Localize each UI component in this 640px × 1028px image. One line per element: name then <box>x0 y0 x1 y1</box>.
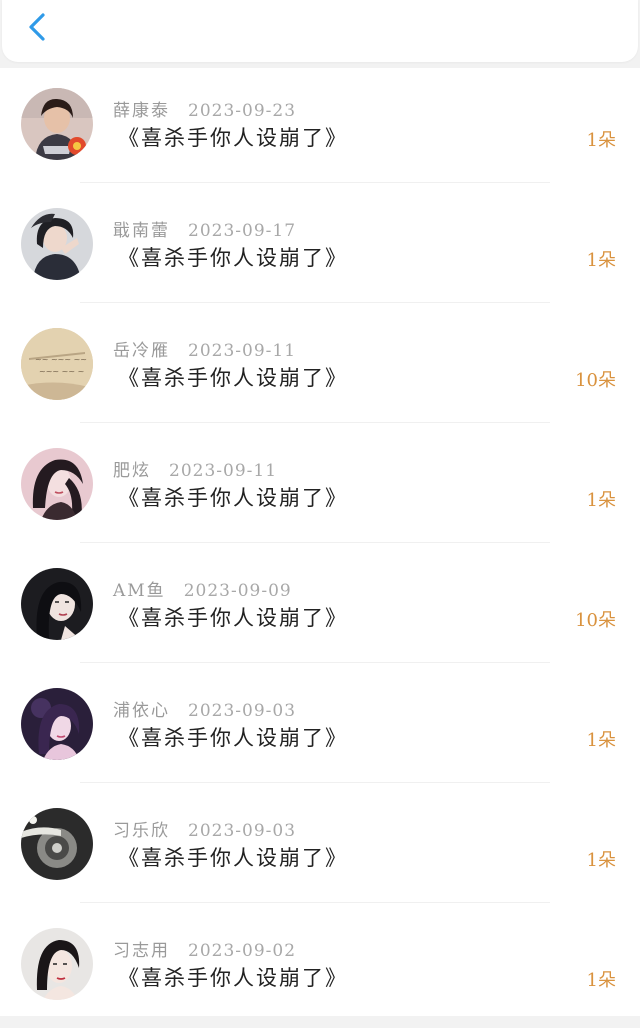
divider <box>80 542 550 543</box>
gift-count: 1朵 <box>586 850 616 871</box>
gift-date: 2023-09-09 <box>183 581 292 601</box>
book-title: 《喜杀手你人设崩了》 <box>118 246 348 270</box>
gift-date: 2023-09-02 <box>188 941 297 961</box>
gift-count: 10朵 <box>575 610 616 631</box>
book-title: 《喜杀手你人设崩了》 <box>118 366 348 390</box>
sender-name: 习乐欣 2023-09-03 <box>113 821 297 841</box>
divider <box>80 902 550 903</box>
avatar <box>21 208 93 280</box>
gift-date: 2023-09-11 <box>188 341 297 361</box>
list-item[interactable]: 习乐欣 2023-09-03 《喜杀手你人设崩了》 1朵 <box>0 788 640 908</box>
divider <box>80 662 550 663</box>
gift-date: 2023-09-03 <box>188 701 297 721</box>
avatar <box>21 448 93 520</box>
back-button[interactable] <box>22 10 56 44</box>
gift-count: 1朵 <box>586 250 616 271</box>
sender-name: 薛康泰 2023-09-23 <box>113 101 297 121</box>
sender-name: 肥炫 2023-09-11 <box>113 461 278 481</box>
gift-count: 1朵 <box>586 970 616 991</box>
list-item[interactable]: 习志用 2023-09-02 《喜杀手你人设崩了》 1朵 <box>0 908 640 1028</box>
list-item[interactable]: AM鱼 2023-09-09 《喜杀手你人设崩了》 10朵 <box>0 548 640 668</box>
avatar <box>21 88 93 160</box>
sender-name: 习志用 2023-09-02 <box>113 941 297 961</box>
list-item[interactable]: ~~ ~~~ ~~ ~~~ ~~ ~ 岳冷雁 2023-09-11 《喜杀手你人设… <box>0 308 640 428</box>
svg-text:~~ ~~~ ~~: ~~ ~~~ ~~ <box>35 355 87 364</box>
book-title: 《喜杀手你人设崩了》 <box>118 486 348 510</box>
list-item[interactable]: 戢南蕾 2023-09-17 《喜杀手你人设崩了》 1朵 <box>0 188 640 308</box>
list-item[interactable]: 浦依心 2023-09-03 《喜杀手你人设崩了》 1朵 <box>0 668 640 788</box>
svg-text:~~~ ~~ ~: ~~~ ~~ ~ <box>39 367 84 376</box>
sender-name: 浦依心 2023-09-03 <box>113 701 297 721</box>
divider <box>80 422 550 423</box>
gift-count: 1朵 <box>586 490 616 511</box>
avatar <box>21 808 93 880</box>
gift-count: 1朵 <box>586 130 616 151</box>
gift-record-list: 薛康泰 2023-09-23 《喜杀手你人设崩了》 1朵 戢南蕾 2023-09-1… <box>0 68 640 1016</box>
gift-date: 2023-09-17 <box>188 221 297 241</box>
sender-name: AM鱼 2023-09-09 <box>113 581 292 601</box>
book-title: 《喜杀手你人设崩了》 <box>118 846 348 870</box>
divider <box>80 782 550 783</box>
book-title: 《喜杀手你人设崩了》 <box>118 606 348 630</box>
list-item[interactable]: 肥炫 2023-09-11 《喜杀手你人设崩了》 1朵 <box>0 428 640 548</box>
avatar <box>21 688 93 760</box>
list-item[interactable]: 薛康泰 2023-09-23 《喜杀手你人设崩了》 1朵 <box>0 68 640 188</box>
gift-date: 2023-09-11 <box>169 461 278 481</box>
divider <box>80 302 550 303</box>
avatar <box>21 928 93 1000</box>
book-title: 《喜杀手你人设崩了》 <box>118 966 348 990</box>
gift-count: 1朵 <box>586 730 616 751</box>
sender-name: 岳冷雁 2023-09-11 <box>113 341 297 361</box>
gift-count: 10朵 <box>575 370 616 391</box>
top-bar <box>2 0 638 62</box>
chevron-left-icon <box>29 13 45 41</box>
avatar: ~~ ~~~ ~~ ~~~ ~~ ~ <box>21 328 93 400</box>
sender-name: 戢南蕾 2023-09-17 <box>113 221 297 241</box>
gift-date: 2023-09-03 <box>188 821 297 841</box>
gift-date: 2023-09-23 <box>188 101 297 121</box>
book-title: 《喜杀手你人设崩了》 <box>118 126 348 150</box>
divider <box>80 182 550 183</box>
book-title: 《喜杀手你人设崩了》 <box>118 726 348 750</box>
avatar <box>21 568 93 640</box>
